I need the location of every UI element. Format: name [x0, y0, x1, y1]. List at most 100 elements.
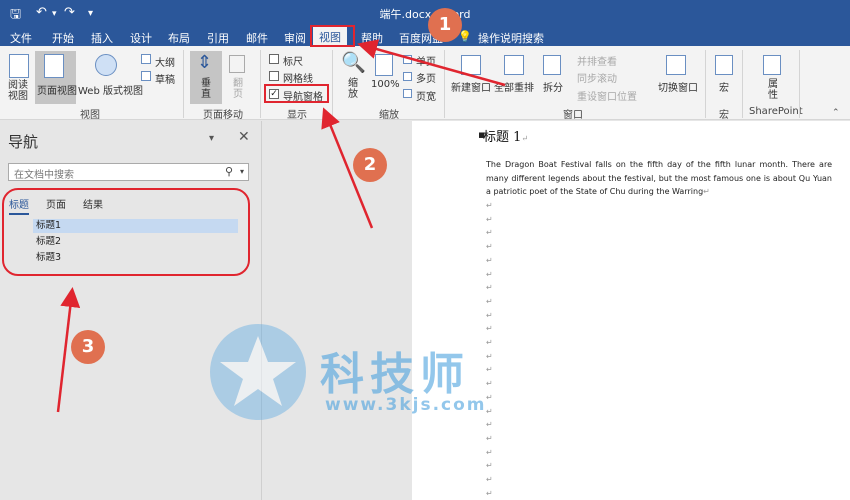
paragraph-mark-icon: ↵	[486, 242, 493, 252]
ruler-checkbox[interactable]	[269, 54, 279, 64]
macros-icon	[715, 55, 733, 75]
sync-scroll-button: 同步滚动	[577, 74, 617, 85]
hundred-percent-button[interactable]: 100%	[371, 79, 400, 90]
ribbon-separator	[332, 50, 333, 118]
paragraph-mark-icon: ↵	[486, 296, 493, 306]
read-mode-button[interactable]: 阅读 视图	[8, 80, 28, 102]
annotation-circle-3: 3	[71, 330, 105, 364]
macros-group-label: 宏	[719, 110, 729, 121]
zoom-button[interactable]: 缩 放	[348, 78, 358, 100]
web-layout-button[interactable]: Web 版式视图	[78, 82, 143, 97]
paragraph-mark-icon: ↵	[703, 187, 710, 197]
one-page-button[interactable]: 单页	[416, 53, 436, 68]
arrange-all-icon	[504, 55, 524, 75]
zoom-group-label: 缩放	[379, 110, 399, 121]
watermark-url: www.3kjs.com	[325, 395, 487, 415]
annotation-oval-nav-pane	[2, 188, 250, 276]
draft-icon	[141, 71, 151, 81]
outline-icon	[141, 54, 151, 64]
annotation-circle-1: 1	[428, 8, 462, 42]
zoom-icon: 🔍	[341, 50, 366, 74]
ribbon-separator	[742, 50, 743, 118]
search-dropdown-icon[interactable]: ▾	[240, 167, 244, 176]
collapse-ribbon-icon[interactable]: ⌃	[832, 108, 840, 118]
annotation-circle-2: 2	[353, 148, 387, 182]
new-window-button[interactable]: 新建窗口	[451, 79, 491, 94]
tab-help[interactable]: 帮助	[361, 30, 383, 46]
page-movement-group-label: 页面移动	[203, 110, 243, 121]
properties-icon	[763, 55, 781, 75]
title-bar: 🖫 ↶ ▾ ↷ ▾ 端午.docx - Word	[0, 0, 850, 26]
tab-home[interactable]: 开始	[52, 30, 74, 46]
split-button[interactable]: 拆分	[543, 79, 563, 94]
tab-review[interactable]: 审阅	[284, 30, 306, 46]
paragraph-mark-icon: ↵	[486, 461, 493, 471]
nav-pane-title: 导航	[8, 133, 39, 151]
document-margin-area	[262, 121, 412, 500]
paragraph-mark-icon: ↵	[486, 201, 493, 210]
paragraph-mark-icon: ↵	[486, 214, 493, 224]
print-layout-icon	[44, 54, 64, 78]
vertical-button[interactable]: 垂 直	[201, 78, 211, 100]
tab-layout[interactable]: 布局	[168, 30, 190, 46]
page-width-button[interactable]: 页宽	[416, 88, 436, 103]
paragraph-mark-icon: ↵	[486, 269, 493, 279]
vertical-scroll-icon: ⇕	[197, 52, 213, 73]
watermark-text: 科技师	[320, 349, 470, 400]
draft-button[interactable]: 草稿	[155, 71, 175, 86]
tell-me-search[interactable]: 操作说明搜索	[478, 30, 544, 46]
search-input[interactable]: 在文档中搜索 ⚲ ▾	[8, 163, 249, 181]
tab-design[interactable]: 设计	[130, 30, 152, 46]
page-width-icon	[403, 89, 412, 98]
ruler-label: 标尺	[283, 57, 303, 68]
nav-pane-options-icon[interactable]: ▾	[209, 133, 214, 144]
side-to-side-button: 翻 页	[233, 78, 243, 100]
multiple-pages-button[interactable]: 多页	[416, 70, 436, 85]
gridlines-label: 网格线	[283, 74, 313, 85]
one-page-icon	[403, 55, 412, 64]
ribbon-separator	[705, 50, 706, 118]
tab-file[interactable]: 文件	[10, 30, 32, 46]
web-layout-icon	[95, 54, 117, 76]
reset-window-position-button: 重设窗口位置	[577, 92, 637, 103]
multiple-pages-icon	[403, 72, 412, 81]
paragraph-mark-icon: ↵	[486, 310, 493, 320]
document-paragraph[interactable]: The Dragon Boat Festival falls on the fi…	[486, 158, 832, 199]
new-window-icon	[461, 55, 481, 75]
search-icon[interactable]: ⚲	[225, 165, 233, 178]
window-title: 端午.docx - Word	[379, 8, 471, 21]
macros-button[interactable]: 宏	[719, 79, 729, 94]
switch-windows-button[interactable]: 切换窗口	[658, 79, 698, 94]
show-group-label: 显示	[287, 110, 307, 121]
paragraph-mark-icon: ↵	[486, 283, 493, 293]
tab-insert[interactable]: 插入	[91, 30, 113, 46]
sharepoint-group-label: SharePoint	[749, 106, 803, 117]
tab-references[interactable]: 引用	[207, 30, 229, 46]
ribbon-separator	[444, 50, 445, 118]
annotation-box-nav-pane-checkbox	[264, 84, 329, 103]
annotation-box-view-tab	[310, 25, 355, 47]
window-group-label: 窗口	[563, 110, 583, 121]
ribbon-separator	[799, 50, 800, 118]
hundred-percent-icon	[375, 54, 393, 76]
gridlines-checkbox[interactable]	[269, 71, 279, 81]
outline-button[interactable]: 大纲	[155, 54, 175, 69]
document-heading[interactable]: 标题 1↵	[483, 126, 528, 145]
paragraph-mark-icon: ↵	[521, 134, 529, 143]
ribbon-separator	[260, 50, 261, 118]
ribbon-separator	[183, 50, 184, 118]
tab-mailings[interactable]: 邮件	[246, 30, 268, 46]
switch-windows-icon	[666, 55, 686, 75]
read-mode-icon	[9, 54, 29, 78]
paragraph-mark-icon: ↵	[486, 255, 493, 265]
close-icon[interactable]: ✕	[238, 129, 250, 145]
properties-button[interactable]: 属 性	[768, 79, 778, 101]
search-placeholder: 在文档中搜索	[14, 170, 74, 181]
side-by-side-button: 并排查看	[577, 57, 617, 68]
arrange-all-button[interactable]: 全部重排	[494, 79, 534, 94]
print-layout-button[interactable]: 页面视图	[37, 82, 77, 97]
paragraph-mark-icon: ↵	[486, 475, 493, 484]
side-to-side-icon	[229, 55, 245, 73]
paragraph-mark-icon: ↵	[486, 433, 493, 443]
paragraph-mark-icon: ↵	[486, 488, 493, 498]
